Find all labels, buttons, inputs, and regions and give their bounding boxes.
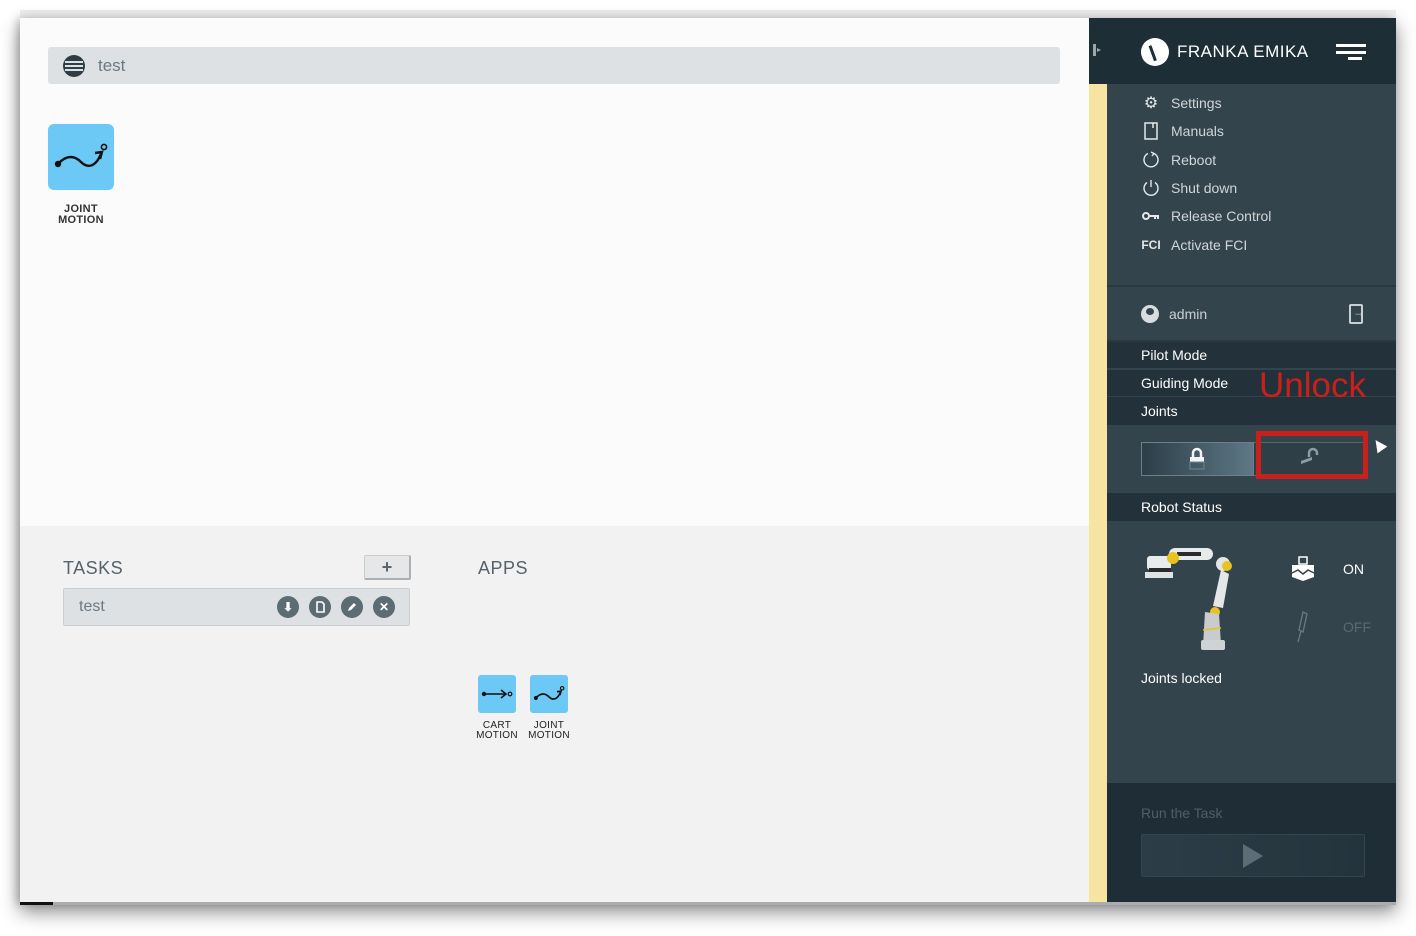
gripper-state: ON: [1343, 561, 1364, 577]
user-name: admin: [1169, 306, 1208, 322]
canvas-tile-joint-motion[interactable]: JOINT MOTION: [48, 124, 114, 226]
globe-icon: [63, 54, 85, 77]
play-icon: [1243, 843, 1263, 868]
gear-icon: ⚙: [1143, 95, 1159, 112]
user-avatar-icon: [1141, 305, 1159, 323]
brand-name: FRANKA EMIKA: [1177, 42, 1309, 61]
tile-label: JOINT MOTION: [528, 720, 570, 741]
app-cart-motion[interactable]: CART MOTION: [476, 675, 518, 741]
delete-icon[interactable]: ✕: [373, 596, 395, 618]
robot-status-heading: Robot Status: [1107, 493, 1396, 521]
task-list-item[interactable]: test ⬇ ✕: [63, 588, 410, 626]
unlock-annotation: Unlock: [1259, 366, 1366, 405]
locked-icon: [1189, 447, 1205, 470]
tool-state: OFF: [1343, 619, 1371, 635]
menu-divider: [1107, 285, 1396, 287]
logout-icon[interactable]: [1349, 304, 1365, 324]
menu-item-manuals[interactable]: Manuals: [1141, 119, 1224, 143]
task-title-bar[interactable]: test: [48, 47, 1060, 84]
window-top-edge: [20, 10, 1396, 18]
joint-motion-icon: [530, 675, 568, 713]
fci-icon: FCI: [1141, 238, 1161, 252]
run-task-label: Run the Task: [1141, 805, 1223, 821]
status-strip: [1089, 84, 1107, 904]
menu-item-activate-fci[interactable]: FCI Activate FCI: [1141, 233, 1247, 257]
edit-icon[interactable]: [341, 596, 363, 618]
main-area: test JOINT MOTION TASKS + test ⬇ ✕ APPS …: [20, 18, 1089, 904]
menu-item-release-control[interactable]: Release Control: [1141, 204, 1271, 228]
key-icon: [1141, 206, 1161, 226]
download-icon[interactable]: ⬇: [277, 596, 299, 618]
power-icon: [1141, 178, 1161, 198]
franka-logo-icon: [1141, 38, 1169, 66]
copy-icon[interactable]: [309, 596, 331, 618]
add-task-button[interactable]: +: [364, 555, 411, 580]
task-canvas: test JOINT MOTION: [20, 18, 1089, 526]
sidebar-menu: ⚙ Settings Manuals Reboot Shut down Rele…: [1107, 84, 1396, 268]
run-task-button[interactable]: [1141, 834, 1365, 877]
tool-status: OFF: [1293, 610, 1371, 644]
book-icon: [1141, 121, 1161, 141]
tool-icon: [1297, 611, 1308, 643]
task-title: test: [98, 55, 126, 75]
mouse-cursor: [1370, 436, 1388, 454]
task-name: test: [79, 598, 105, 615]
user-row: admin: [1141, 302, 1365, 326]
lock-joints-button[interactable]: [1141, 442, 1254, 476]
cart-motion-icon: [478, 675, 516, 713]
window-bottom-edge: [20, 902, 1396, 905]
reboot-icon: [1141, 150, 1161, 170]
gripper-status: ON: [1289, 555, 1364, 583]
apps-heading: APPS: [478, 558, 529, 578]
robot-arm-image: [1145, 548, 1232, 650]
joints-status-text: Joints locked: [1141, 670, 1222, 686]
menu-item-reboot[interactable]: Reboot: [1141, 148, 1216, 172]
menu-item-settings[interactable]: ⚙ Settings: [1141, 91, 1222, 115]
joint-motion-icon: [48, 124, 114, 190]
menu-item-shut-down[interactable]: Shut down: [1141, 176, 1237, 200]
hamburger-menu-icon[interactable]: [1336, 44, 1366, 60]
sidebar-collapse-handle[interactable]: [1093, 44, 1101, 56]
annotation-highlight-box: [1256, 431, 1368, 479]
sidebar: ⚙ Settings Manuals Reboot Shut down Rele…: [1107, 84, 1396, 904]
tile-label: CART MOTION: [476, 720, 518, 741]
desk-window: test JOINT MOTION TASKS + test ⬇ ✕ APPS …: [20, 18, 1396, 904]
tasks-heading: TASKS: [63, 558, 124, 578]
run-task-panel: Run the Task: [1107, 783, 1396, 904]
sidebar-header: FRANKA EMIKA: [1089, 18, 1396, 84]
app-joint-motion[interactable]: JOINT MOTION: [528, 675, 570, 741]
gripper-icon: [1291, 556, 1315, 581]
mode-pilot[interactable]: Pilot Mode: [1107, 342, 1396, 368]
tile-label: JOINT MOTION: [58, 203, 104, 226]
